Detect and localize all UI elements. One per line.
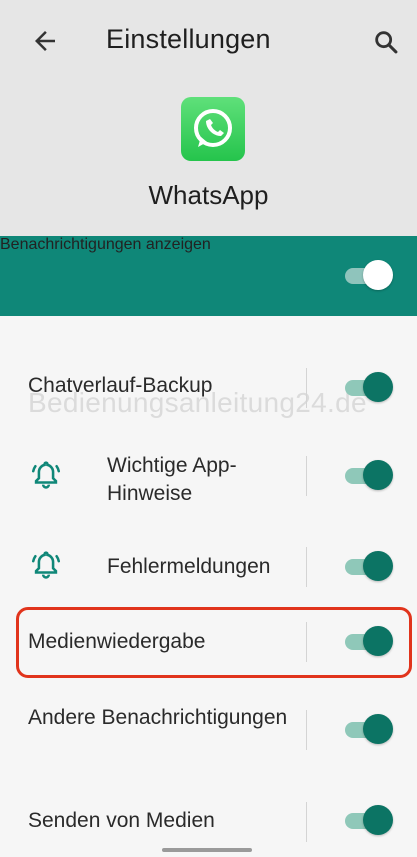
row-divider	[306, 622, 307, 662]
bell-ringing-icon	[31, 461, 61, 489]
switch-thumb	[363, 626, 393, 656]
app-name: WhatsApp	[148, 180, 269, 210]
search-icon[interactable]	[372, 28, 400, 56]
channel-label-wichtige-app-hinweise[interactable]: Wichtige App-Hinweise	[107, 452, 287, 508]
channel-label-fehlermeldungen[interactable]: Fehlermeldungen	[107, 553, 270, 581]
row-divider	[306, 710, 307, 750]
channel-label-andere-benachrichtigungen[interactable]: Andere Benachrichtigungen	[28, 704, 288, 732]
switch-thumb	[363, 714, 393, 744]
master-toggle-switch[interactable]	[343, 258, 393, 294]
page-title: Einstellungen	[106, 24, 271, 54]
channel-label-medienwiedergabe[interactable]: Medienwiedergabe	[28, 628, 205, 656]
switch-thumb	[363, 372, 393, 402]
switch-thumb	[363, 551, 393, 581]
channel-toggle-wichtige-app-hinweise[interactable]	[343, 458, 393, 494]
channel-toggle-chatverlauf-backup[interactable]	[343, 370, 393, 406]
channel-toggle-andere-benachrichtigungen[interactable]	[343, 712, 393, 748]
row-divider	[306, 368, 307, 408]
arrow-left-icon[interactable]	[30, 26, 60, 56]
channel-toggle-senden-von-medien[interactable]	[343, 803, 393, 839]
bell-ringing-icon	[31, 551, 61, 579]
switch-thumb	[363, 805, 393, 835]
channel-toggle-medienwiedergabe[interactable]	[343, 624, 393, 660]
top-app-bar: Einstellungen	[0, 0, 417, 82]
switch-thumb	[363, 260, 393, 290]
row-divider	[306, 456, 307, 496]
gesture-navigation-bar[interactable]	[162, 848, 252, 852]
channel-toggle-fehlermeldungen[interactable]	[343, 549, 393, 585]
row-divider	[306, 802, 307, 842]
channel-label-senden-von-medien[interactable]: Senden von Medien	[28, 807, 215, 835]
row-divider	[306, 547, 307, 587]
channel-label-chatverlauf-backup[interactable]: Chatverlauf-Backup	[28, 372, 212, 400]
switch-thumb	[363, 460, 393, 490]
whatsapp-logo-icon	[181, 97, 245, 161]
